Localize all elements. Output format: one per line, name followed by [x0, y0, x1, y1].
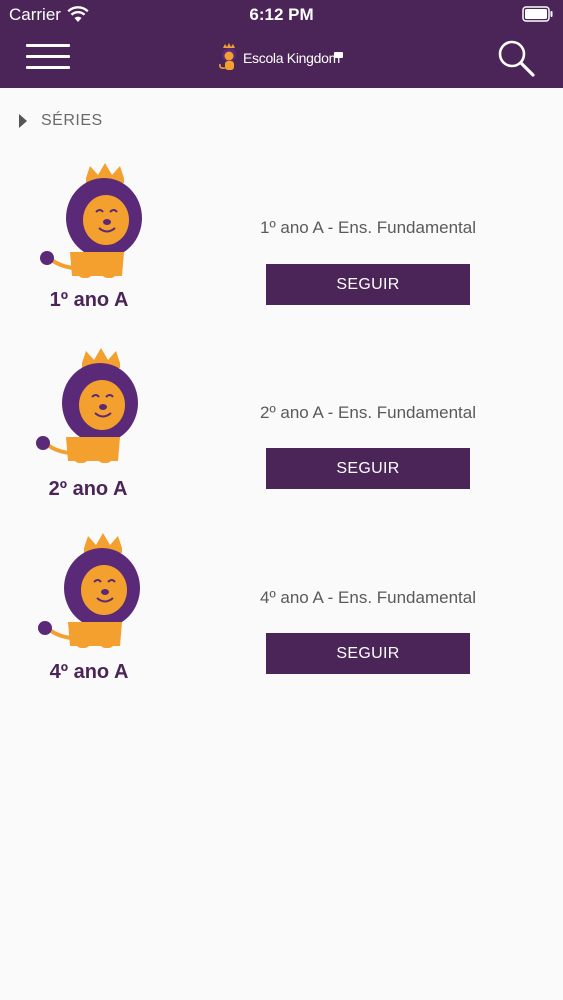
lion-image-label: 4º ano A [50, 661, 129, 683]
clock: 6:12 PM [249, 5, 314, 24]
class-title: 2º ano A - Ens. Fundamental [259, 403, 476, 422]
follow-button[interactable]: SEGUIR [266, 633, 470, 674]
lion-class-image: 4º ano A [38, 533, 140, 683]
logo-badge [334, 52, 343, 58]
lion-mascot-icon [219, 43, 236, 70]
class-title: 1º ano A - Ens. Fundamental [259, 218, 476, 237]
lion-image-label: 1º ano A [50, 289, 129, 311]
breadcrumb-label: SÉRIES [41, 112, 103, 129]
hamburger-menu-icon[interactable] [26, 42, 70, 72]
series-card: 2º ano A 2º ano A - Ens. Fundamental SEG… [28, 345, 533, 515]
nav-bar: Escola Kingdom [0, 30, 563, 88]
series-card: 4º ano A 4º ano A - Ens. Fundamental SEG… [28, 530, 533, 700]
header: Carrier 6:12 PM Escola Kingdom [0, 0, 563, 88]
lion-class-image: 1º ano A [40, 163, 142, 311]
follow-button[interactable]: SEGUIR [266, 264, 470, 305]
lion-image-label: 2º ano A [49, 478, 128, 500]
lion-class-image: 2º ano A [36, 348, 138, 500]
status-bar: Carrier 6:12 PM [0, 0, 563, 30]
app-logo: Escola Kingdom [216, 42, 346, 72]
class-title: 4º ano A - Ens. Fundamental [259, 588, 476, 607]
search-icon[interactable] [496, 38, 536, 78]
follow-button[interactable]: SEGUIR [266, 448, 470, 489]
battery-icon [522, 6, 553, 22]
logo-text: Escola Kingdom [243, 50, 340, 66]
caret-right-icon [19, 114, 27, 128]
series-card: 1º ano A 1º ano A - Ens. Fundamental SEG… [28, 160, 533, 330]
